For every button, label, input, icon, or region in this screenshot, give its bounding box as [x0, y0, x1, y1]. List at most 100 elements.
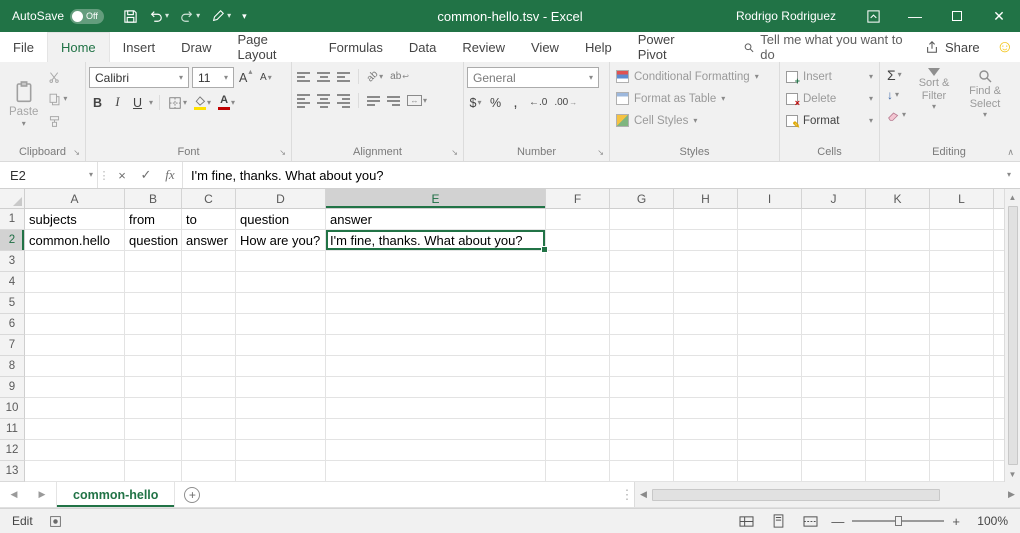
merge-center-button[interactable]: ↔▾: [405, 91, 429, 110]
cell-L7[interactable]: [930, 335, 994, 356]
cell-C9[interactable]: [182, 377, 236, 398]
scroll-down-arrow[interactable]: ▼: [1005, 466, 1020, 482]
cell-K9[interactable]: [866, 377, 930, 398]
zoom-in-button[interactable]: +: [952, 514, 960, 529]
cell-L3[interactable]: [930, 251, 994, 272]
column-header-C[interactable]: C: [182, 189, 236, 209]
insert-cells-button[interactable]: + Insert ▾: [783, 67, 876, 86]
cell-L9[interactable]: [930, 377, 994, 398]
autosave-switch[interactable]: Off: [70, 9, 104, 24]
cell-D13[interactable]: [236, 461, 326, 482]
page-break-view-button[interactable]: [799, 511, 821, 531]
cell-I5[interactable]: [738, 293, 802, 314]
orientation-button[interactable]: ab▾: [365, 67, 385, 86]
font-color-button[interactable]: A ▾: [216, 93, 237, 112]
cancel-entry-button[interactable]: ×: [110, 162, 134, 188]
cell-H5[interactable]: [674, 293, 738, 314]
cell-H3[interactable]: [674, 251, 738, 272]
tab-insert[interactable]: Insert: [110, 32, 169, 62]
cell-H1[interactable]: [674, 209, 738, 230]
wrap-text-button[interactable]: ab↩: [388, 67, 411, 86]
format-painter-button[interactable]: [46, 113, 69, 129]
row-header-6[interactable]: 6: [0, 314, 25, 335]
cell-K5[interactable]: [866, 293, 930, 314]
cell-C12[interactable]: [182, 440, 236, 461]
cell-I2[interactable]: [738, 230, 802, 251]
cut-button[interactable]: [46, 69, 69, 85]
vertical-scrollbar[interactable]: ▲ ▼: [1004, 189, 1020, 482]
increase-decimal-button[interactable]: ←.0: [527, 93, 549, 112]
number-format-combo[interactable]: General ▾: [467, 67, 599, 88]
cell-I9[interactable]: [738, 377, 802, 398]
font-size-combo[interactable]: 11 ▾: [192, 67, 234, 88]
tab-view[interactable]: View: [518, 32, 572, 62]
cell-I3[interactable]: [738, 251, 802, 272]
align-bottom-button[interactable]: [335, 67, 352, 86]
cell-L11[interactable]: [930, 419, 994, 440]
zoom-out-button[interactable]: —: [831, 514, 844, 529]
cell-H4[interactable]: [674, 272, 738, 293]
column-header-I[interactable]: I: [738, 189, 802, 209]
column-header-H[interactable]: H: [674, 189, 738, 209]
cell-C7[interactable]: [182, 335, 236, 356]
cell-F8[interactable]: [546, 356, 610, 377]
cell-A5[interactable]: [25, 293, 125, 314]
cell-H6[interactable]: [674, 314, 738, 335]
cell-C11[interactable]: [182, 419, 236, 440]
cell-J6[interactable]: [802, 314, 866, 335]
autosum-button[interactable]: Σ ▾: [885, 67, 908, 83]
align-left-button[interactable]: [295, 91, 312, 110]
column-header-G[interactable]: G: [610, 189, 674, 209]
page-layout-view-button[interactable]: [767, 511, 789, 531]
tab-help[interactable]: Help: [572, 32, 625, 62]
cell-H12[interactable]: [674, 440, 738, 461]
row-header-9[interactable]: 9: [0, 377, 25, 398]
cell-E13[interactable]: [326, 461, 546, 482]
row-header-8[interactable]: 8: [0, 356, 25, 377]
cell-H10[interactable]: [674, 398, 738, 419]
sheet-tab-common-hello[interactable]: common-hello: [56, 482, 175, 507]
decrease-decimal-button[interactable]: .00→: [552, 93, 579, 112]
cell-K12[interactable]: [866, 440, 930, 461]
cell-L4[interactable]: [930, 272, 994, 293]
delete-cells-button[interactable]: × Delete ▾: [783, 89, 876, 108]
cell-A13[interactable]: [25, 461, 125, 482]
save-button[interactable]: [118, 3, 143, 29]
cell-K10[interactable]: [866, 398, 930, 419]
cell-styles-button[interactable]: Cell Styles ▾: [613, 111, 776, 130]
cell-G7[interactable]: [610, 335, 674, 356]
cell-J2[interactable]: [802, 230, 866, 251]
cell-B4[interactable]: [125, 272, 182, 293]
cell-C5[interactable]: [182, 293, 236, 314]
tab-formulas[interactable]: Formulas: [316, 32, 396, 62]
cell-F10[interactable]: [546, 398, 610, 419]
cell-E11[interactable]: [326, 419, 546, 440]
decrease-indent-button[interactable]: [365, 91, 382, 110]
cell-A7[interactable]: [25, 335, 125, 356]
tab-data[interactable]: Data: [396, 32, 449, 62]
cell-F2[interactable]: [546, 230, 610, 251]
cell-L13[interactable]: [930, 461, 994, 482]
cell-C8[interactable]: [182, 356, 236, 377]
cell-D5[interactable]: [236, 293, 326, 314]
horizontal-scrollbar[interactable]: ◀ ▶: [634, 482, 1020, 507]
shrink-font-button[interactable]: A▾: [257, 68, 274, 87]
comma-style-button[interactable]: ,: [507, 93, 524, 112]
row-header-12[interactable]: 12: [0, 440, 25, 461]
column-header-K[interactable]: K: [866, 189, 930, 209]
cell-K8[interactable]: [866, 356, 930, 377]
tab-power-pivot[interactable]: Power Pivot: [625, 32, 713, 62]
cell-B1[interactable]: from: [125, 209, 182, 230]
cell-F5[interactable]: [546, 293, 610, 314]
vertical-scroll-thumb[interactable]: [1008, 206, 1018, 465]
cell-F11[interactable]: [546, 419, 610, 440]
column-header-D[interactable]: D: [236, 189, 326, 209]
cell-G9[interactable]: [610, 377, 674, 398]
cell-E10[interactable]: [326, 398, 546, 419]
select-all-corner[interactable]: [0, 189, 25, 209]
cell-G11[interactable]: [610, 419, 674, 440]
cell-J12[interactable]: [802, 440, 866, 461]
row-header-5[interactable]: 5: [0, 293, 25, 314]
cell-G1[interactable]: [610, 209, 674, 230]
cell-L12[interactable]: [930, 440, 994, 461]
